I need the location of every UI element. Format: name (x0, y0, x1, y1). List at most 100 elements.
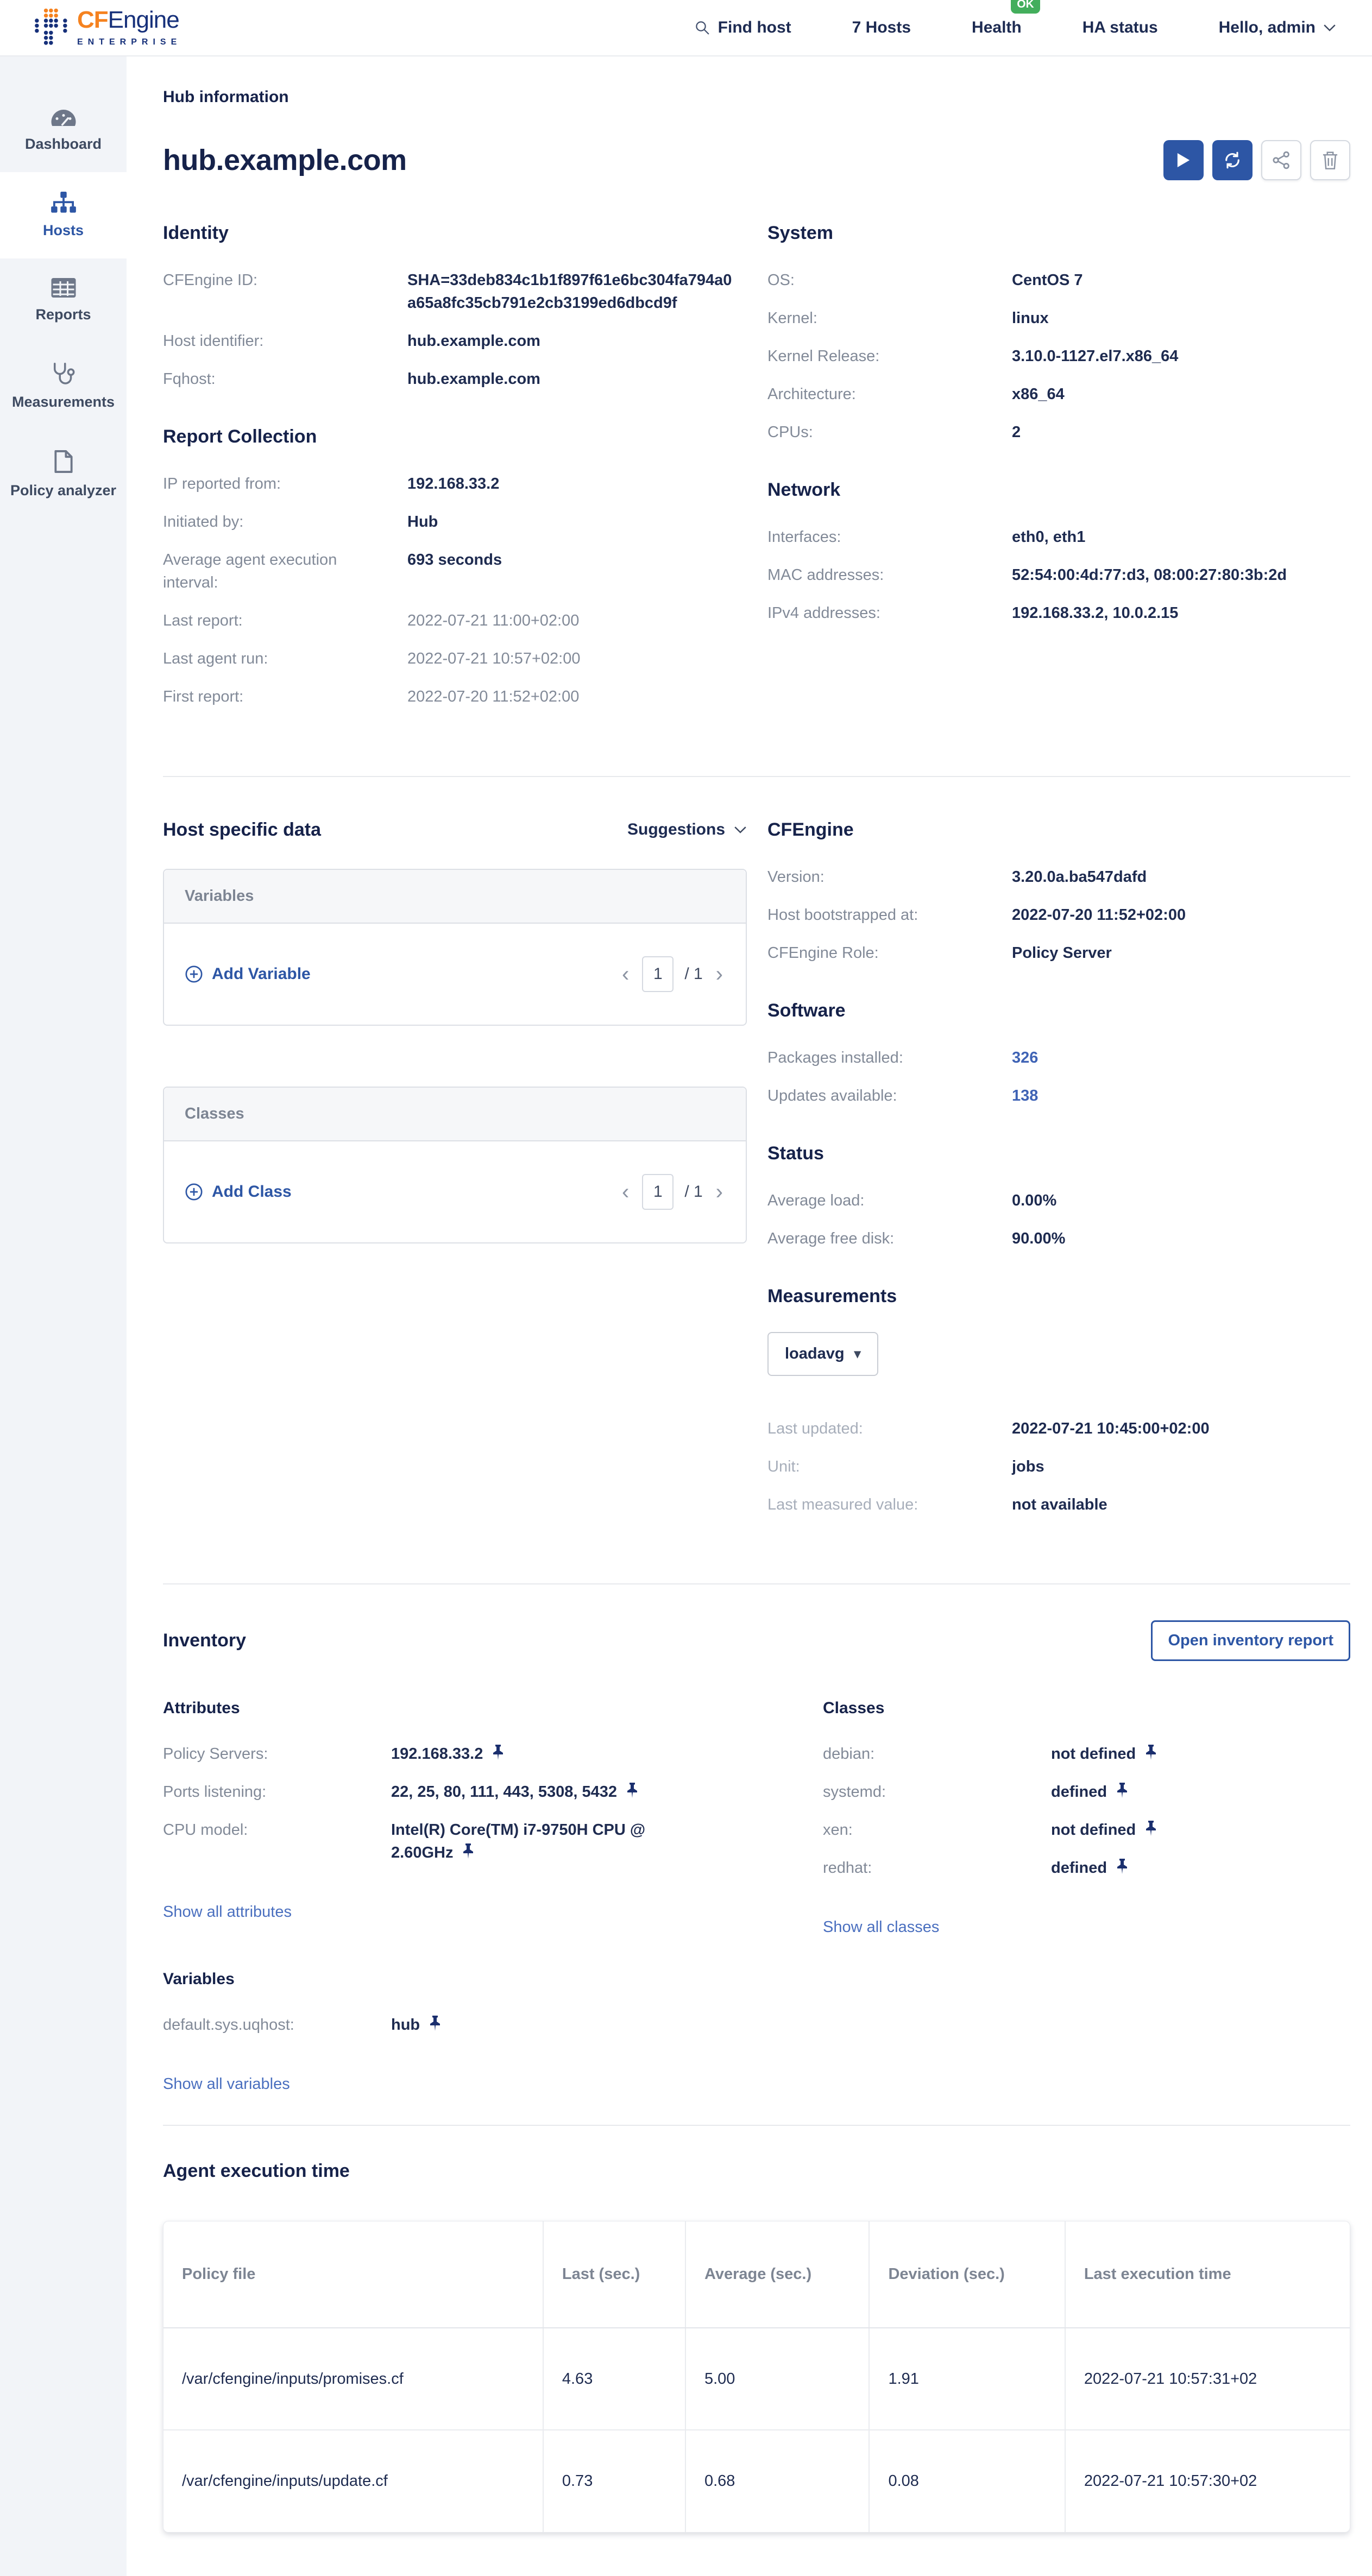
info-row: CFEngine Role:Policy Server (767, 942, 1350, 964)
share-icon (1272, 151, 1291, 169)
column-header: Average (sec.) (685, 2221, 870, 2328)
section-title: Software (767, 1000, 1350, 1021)
info-row: First report:2022-07-20 11:52+02:00 (163, 685, 747, 708)
info-row: systemd: defined (823, 1781, 1350, 1803)
info-row: Fqhost:hub.example.com (163, 368, 747, 390)
subsection-title: Attributes (163, 1699, 801, 1718)
cfengine-logo[interactable]: CFEngine ENTERPRISE (33, 7, 181, 49)
updates-available-link[interactable]: 138 (1012, 1087, 1038, 1104)
info-row: Average free disk:90.00% (767, 1227, 1350, 1250)
prev-page-button[interactable]: ‹ (620, 1181, 631, 1203)
section-title: Status (767, 1143, 1350, 1164)
sidebar: Dashboard Hosts Reports Measurements Pol… (0, 56, 127, 2576)
info-row: Interfaces:eth0, eth1 (767, 526, 1350, 548)
info-row: Version:3.20.0a.ba547dafd (767, 866, 1350, 888)
software-section: Software Packages installed:326 Updates … (767, 1000, 1350, 1107)
subsection-title: Variables (163, 1970, 801, 1988)
health-link[interactable]: Health OK (972, 18, 1022, 37)
variables-panel-header: Variables (164, 870, 746, 924)
identity-section: Identity CFEngine ID:SHA=33deb834c1b1f89… (163, 223, 747, 390)
show-all-attributes-link[interactable]: Show all attributes (163, 1903, 292, 1921)
next-page-button[interactable]: › (714, 1181, 725, 1203)
sidebar-item-reports[interactable]: Reports (0, 258, 127, 343)
prev-page-button[interactable]: ‹ (620, 963, 631, 985)
pin-icon[interactable] (429, 2015, 442, 2031)
host-specific-data-section: Host specific data Suggestions Variables (163, 819, 747, 1552)
info-row: Initiated by:Hub (163, 510, 747, 533)
system-section: System OS:CentOS 7 Kernel:linux Kernel R… (767, 223, 1350, 444)
measurements-section: Measurements loadavg ▾ Last updated:2022… (767, 1286, 1350, 1516)
user-greeting-label: Hello, admin (1219, 18, 1316, 37)
trash-icon (1322, 151, 1338, 169)
logo-wordmark: CFEngine (77, 8, 181, 32)
info-row: MAC addresses:52:54:00:4d:77:d3, 08:00:2… (767, 564, 1350, 586)
add-variable-button[interactable]: Add Variable (185, 965, 311, 983)
hosts-count-link[interactable]: 7 Hosts (852, 18, 911, 37)
show-all-classes-link[interactable]: Show all classes (823, 1918, 939, 1936)
report-collection-section: Report Collection IP reported from:192.1… (163, 426, 747, 708)
user-menu[interactable]: Hello, admin (1219, 18, 1336, 37)
sidebar-item-policy-analyzer[interactable]: Policy analyzer (0, 430, 127, 519)
section-title: Agent execution time (163, 2161, 1350, 2182)
sidebar-item-label: Hosts (43, 222, 84, 239)
search-icon (694, 20, 710, 36)
info-row: redhat: defined (823, 1857, 1350, 1879)
ha-status-link[interactable]: HA status (1083, 18, 1158, 37)
chevron-down-icon (734, 826, 747, 834)
table-header-row: Policy file Last (sec.) Average (sec.) D… (163, 2221, 1350, 2328)
policy-analyzer-icon (54, 450, 73, 473)
variables-pagination: ‹ 1 / 1 › (620, 956, 725, 992)
open-inventory-report-button[interactable]: Open inventory report (1151, 1620, 1350, 1661)
add-class-button[interactable]: Add Class (185, 1183, 292, 1201)
measurement-selector-dropdown[interactable]: loadavg ▾ (767, 1332, 878, 1376)
table-cell: 2022-07-21 10:57:31+02 (1065, 2328, 1350, 2430)
suggestions-toggle[interactable]: Suggestions (627, 820, 747, 839)
section-title: CFEngine (767, 819, 1350, 841)
sidebar-item-hosts[interactable]: Hosts (0, 172, 127, 258)
inventory-left-column: Attributes Policy Servers: 192.168.33.2 … (163, 1699, 801, 2093)
next-page-button[interactable]: › (714, 963, 725, 985)
pin-icon[interactable] (462, 1843, 475, 1859)
pin-icon[interactable] (1144, 1744, 1157, 1760)
packages-installed-link[interactable]: 326 (1012, 1049, 1038, 1066)
hosts-icon (51, 192, 76, 213)
section-title: Measurements (767, 1286, 1350, 1307)
pin-icon[interactable] (1144, 1820, 1157, 1836)
info-row: Last measured value:not available (767, 1493, 1350, 1516)
share-button[interactable] (1261, 140, 1301, 180)
caret-down-icon: ▾ (854, 1346, 861, 1362)
info-row: CFEngine ID:SHA=33deb834c1b1f897f61e6bc3… (163, 269, 747, 314)
section-divider (163, 1583, 1350, 1584)
sidebar-item-dashboard[interactable]: Dashboard (0, 89, 127, 172)
pin-icon[interactable] (1116, 1858, 1129, 1874)
table-cell: /var/cfengine/inputs/promises.cf (163, 2328, 543, 2430)
info-row: Average agent execution interval:693 sec… (163, 548, 747, 594)
section-divider (163, 2125, 1350, 2126)
find-host-label: Find host (718, 18, 791, 37)
info-row: Last agent run:2022-07-21 10:57+02:00 (163, 647, 747, 670)
right-column: System OS:CentOS 7 Kernel:linux Kernel R… (767, 223, 1350, 744)
sidebar-item-measurements[interactable]: Measurements (0, 343, 127, 430)
refresh-button[interactable] (1212, 140, 1253, 180)
run-agent-button[interactable] (1163, 140, 1204, 180)
page-input[interactable]: 1 (642, 1174, 674, 1210)
pin-icon[interactable] (1116, 1782, 1129, 1798)
pin-icon[interactable] (492, 1744, 505, 1760)
pin-icon[interactable] (626, 1782, 639, 1798)
info-row: Last report:2022-07-21 11:00+02:00 (163, 609, 747, 632)
table-cell: 0.73 (543, 2430, 685, 2532)
page-input[interactable]: 1 (642, 956, 674, 992)
ha-status-label: HA status (1083, 18, 1158, 37)
show-all-variables-link[interactable]: Show all variables (163, 2075, 290, 2093)
table-cell: 5.00 (685, 2328, 870, 2430)
plus-circle-icon (185, 965, 203, 983)
info-row: Architecture:x86_64 (767, 383, 1350, 406)
delete-host-button[interactable] (1310, 140, 1350, 180)
dashboard-icon (51, 109, 77, 127)
section-divider (163, 776, 1350, 777)
classes-pagination: ‹ 1 / 1 › (620, 1174, 725, 1210)
agent-execution-table: Policy file Last (sec.) Average (sec.) D… (163, 2221, 1350, 2533)
section-title: Host specific data (163, 819, 321, 841)
find-host-button[interactable]: Find host (694, 18, 791, 37)
info-row: Kernel Release:3.10.0-1127.el7.x86_64 (767, 345, 1350, 368)
